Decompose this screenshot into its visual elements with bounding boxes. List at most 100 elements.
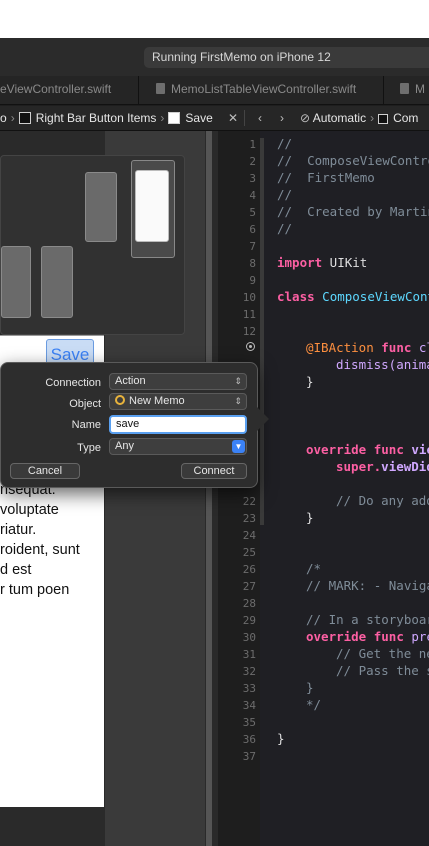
line-number: 8 <box>249 257 256 270</box>
code-line: // <box>277 221 293 236</box>
chevron-right-icon: › <box>160 111 165 125</box>
line-number: 33 <box>242 682 256 695</box>
updown-chevron-icon: ⇕ <box>234 376 242 386</box>
tab-memo-list-table-view-controller[interactable]: MemoListTableViewController.swift <box>156 82 356 96</box>
connection-select[interactable]: Action ⇕ <box>109 373 247 390</box>
line-number: 27 <box>242 580 256 593</box>
code-line: // In a storyboar <box>306 612 429 627</box>
line-number: 11 <box>242 308 256 321</box>
chevron-down-icon[interactable]: ▼ <box>232 440 245 453</box>
editor-tab-bar: eViewController.swift MemoListTableViewC… <box>0 76 429 105</box>
cancel-button[interactable]: Cancel <box>10 463 80 479</box>
line-number: 24 <box>242 529 256 542</box>
jump-bar-divider <box>244 110 245 126</box>
code-line: // <box>277 136 293 151</box>
code-line: } <box>306 374 314 389</box>
code-line: } <box>277 731 285 746</box>
code-line: } <box>306 510 314 525</box>
line-number: 1 <box>249 138 256 151</box>
toolbar: Running FirstMemo on iPhone 12 <box>0 38 429 77</box>
connection-popover: Connection Action ⇕ Object New Memo ⇕ Na… <box>0 362 269 488</box>
object-select[interactable]: New Memo ⇕ <box>109 393 247 410</box>
swift-file-icon <box>156 83 165 94</box>
line-number: 6 <box>249 223 256 236</box>
line-number: 31 <box>242 648 256 661</box>
line-number: 10 <box>242 291 256 304</box>
code-line: // Pass the s <box>336 663 429 678</box>
type-combo[interactable]: Any ▼ <box>109 438 247 455</box>
line-number: 3 <box>249 172 256 185</box>
code-line: /* <box>306 561 322 576</box>
line-number: 12 <box>242 325 256 338</box>
code-line: // <box>277 187 293 202</box>
object-label: Object <box>69 398 101 410</box>
code-line: */ <box>306 697 322 712</box>
line-number: 29 <box>242 614 256 627</box>
code-line: // MARK: - Naviga <box>306 578 429 593</box>
line-number: 22 <box>242 495 256 508</box>
jump-bar-assistant-path[interactable]: ⊘ Automatic › Com <box>300 111 418 125</box>
code-line: override func pre <box>306 629 429 644</box>
name-input[interactable]: save <box>109 415 247 434</box>
line-number: 32 <box>242 665 256 678</box>
bar-button-items-icon <box>18 112 31 124</box>
scene-thumbnail-current[interactable] <box>135 170 169 242</box>
code-line: dismiss(anima <box>336 357 429 372</box>
scene-thumbnail[interactable] <box>85 172 117 242</box>
line-number: 7 <box>249 240 256 253</box>
code-line: override func vie <box>306 442 429 457</box>
tab-third[interactable]: M <box>400 82 425 96</box>
scene-thumbnail[interactable] <box>1 246 31 318</box>
connect-button[interactable]: Connect <box>181 463 247 479</box>
code-line: // ComposeViewContro <box>277 153 429 168</box>
bar-button-icon <box>168 112 181 124</box>
code-line: // FirstMemo <box>277 170 375 185</box>
activity-view: Running FirstMemo on iPhone 12 <box>144 47 429 68</box>
line-number: 5 <box>249 206 256 219</box>
view-controller-icon <box>115 395 125 405</box>
swift-file-icon <box>378 114 389 124</box>
name-label: Name <box>71 419 101 431</box>
line-number: 34 <box>242 699 256 712</box>
line-number: 37 <box>242 750 256 763</box>
type-label: Type <box>77 442 101 454</box>
code-line: // Do any add <box>336 493 429 508</box>
close-assistant-icon[interactable]: ✕ <box>228 111 238 125</box>
code-line: } <box>306 680 314 695</box>
related-items-icon: ⊘ <box>300 111 311 125</box>
scene-overview-minimap[interactable] <box>0 155 185 335</box>
jump-bar-storyboard-path[interactable]: o › Right Bar Button Items › Save <box>0 111 213 125</box>
chevron-right-icon: › <box>10 111 15 125</box>
updown-chevron-icon: ⇕ <box>234 396 242 406</box>
scene-thumbnail[interactable] <box>41 246 73 318</box>
line-number: 26 <box>242 563 256 576</box>
line-number: 2 <box>249 155 256 168</box>
code-line: // Created by Martin <box>277 204 429 219</box>
line-number: 36 <box>242 733 256 746</box>
chevron-right-icon: › <box>370 111 375 125</box>
tab-divider <box>138 76 139 104</box>
canvas-scrollbar[interactable] <box>206 131 212 846</box>
back-arrow-icon[interactable]: ‹ <box>258 111 262 125</box>
jump-bar: o › Right Bar Button Items › Save ✕ ‹ › ⊘ Au… <box>0 106 429 131</box>
popover-arrow <box>257 407 269 431</box>
source-editor[interactable] <box>260 131 429 846</box>
memo-text-view[interactable]: nsequat. voluptate riatur. roident, sunt… <box>0 480 106 600</box>
line-number: 9 <box>249 274 256 287</box>
line-number: 35 <box>242 716 256 729</box>
code-line: import UIKit <box>277 255 368 270</box>
tab-compose-view-controller[interactable]: eViewController.swift <box>0 82 111 96</box>
change-bar <box>260 138 264 525</box>
code-line: super.viewDid <box>336 459 429 474</box>
code-line: class ComposeViewCont <box>277 289 429 304</box>
line-number: 30 <box>242 631 256 644</box>
code-line: @IBAction func cl <box>306 340 429 355</box>
swift-file-icon <box>400 83 409 94</box>
connection-dot-icon[interactable] <box>246 342 255 351</box>
line-number: 25 <box>242 546 256 559</box>
forward-arrow-icon[interactable]: › <box>280 111 284 125</box>
tab-divider <box>383 76 384 104</box>
line-number: 28 <box>242 597 256 610</box>
line-number: 23 <box>242 512 256 525</box>
code-line: // Get the ne <box>336 646 429 661</box>
